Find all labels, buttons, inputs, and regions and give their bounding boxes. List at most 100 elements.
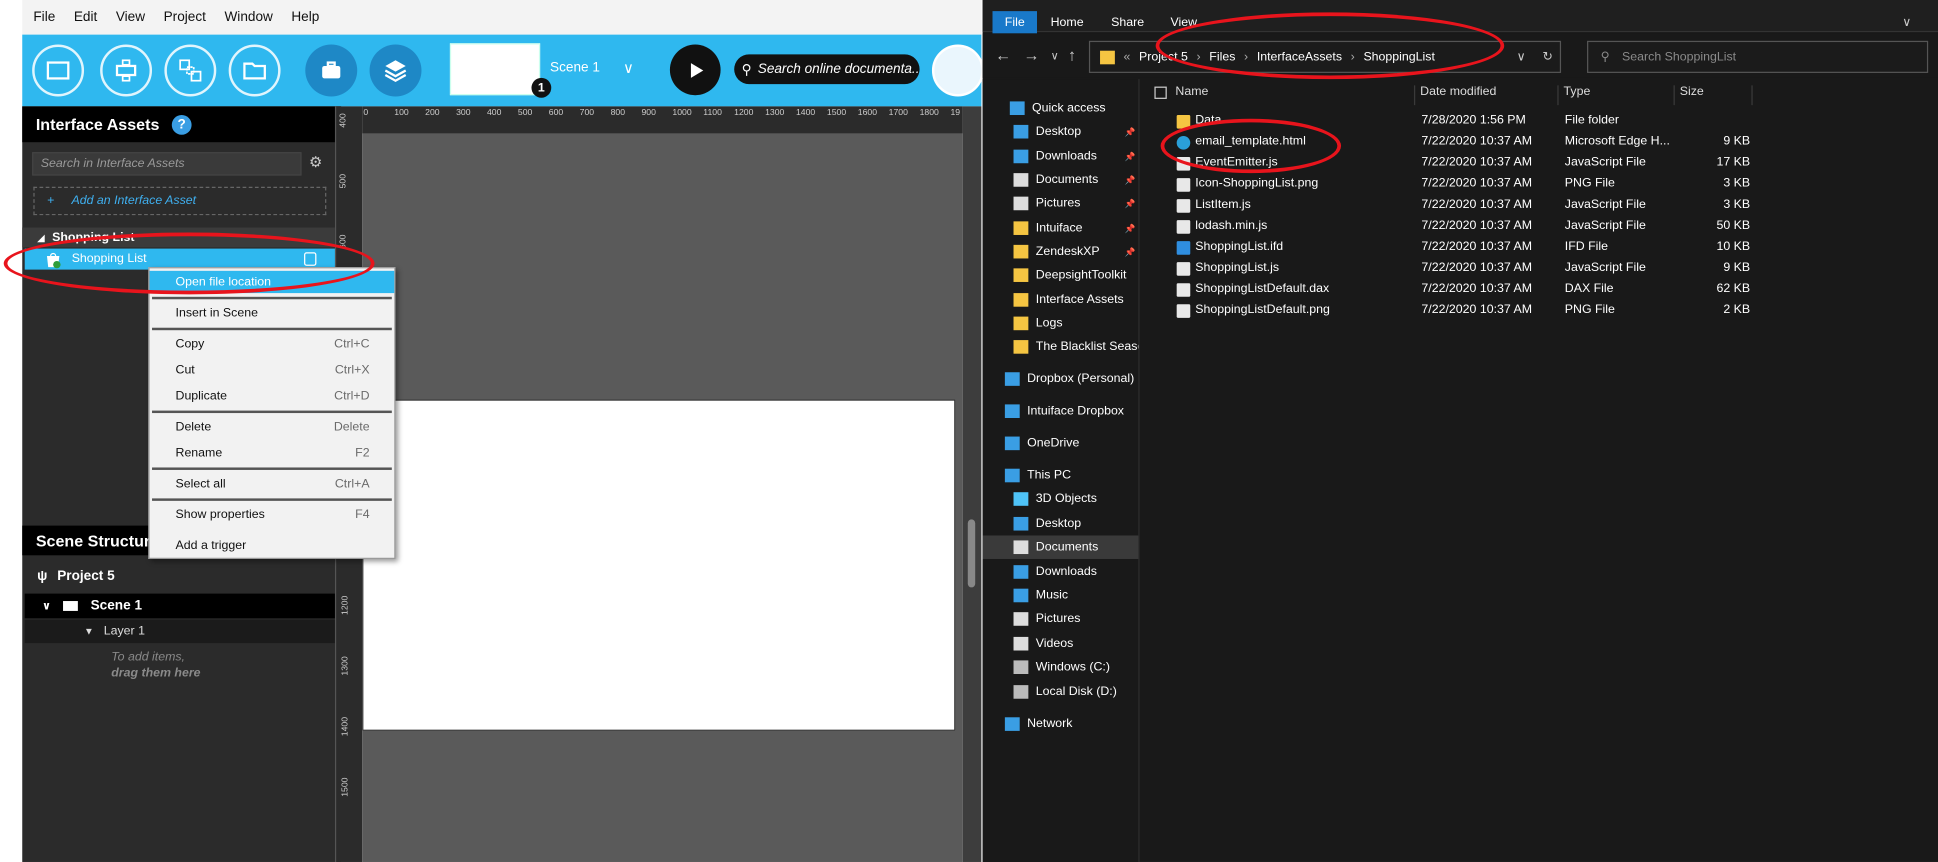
menu-project[interactable]: Project [164,10,206,25]
back-arrow-icon[interactable]: ← [995,46,1011,65]
file-row[interactable]: ListItem.js 7/22/2020 10:37 AM JavaScript … [1174,195,1938,216]
documentation-search[interactable]: ⚲ Search online documenta... [734,54,920,85]
nav-item-local-disk-d-[interactable]: Local Disk (D:) [983,680,1139,703]
scene-canvas[interactable] [362,399,956,731]
add-asset-button[interactable] [32,44,85,97]
nav-item-onedrive[interactable]: OneDrive [983,432,1139,455]
briefcase-icon [322,61,341,79]
file-row[interactable]: ShoppingListDefault.dax 7/22/2020 10:37 A… [1174,279,1938,300]
nav-item-network[interactable]: Network [983,712,1139,735]
menu-edit[interactable]: Edit [74,10,97,25]
canvas-scrollbar[interactable] [962,106,982,862]
up-arrow-icon[interactable]: ↑ [1068,46,1076,65]
column-date-modified[interactable]: Date modified [1415,85,1559,106]
layer-row[interactable]: ▼ Layer 1 [24,619,337,644]
gear-icon[interactable]: ⚙ [309,153,322,170]
dropbox-icon [1004,404,1020,419]
nav-item-videos[interactable]: Videos [983,632,1139,655]
nav-item-intuiface-dropbox[interactable]: Intuiface Dropbox [983,399,1139,422]
column-size[interactable]: Size [1675,85,1753,106]
ribbon-tab-file[interactable]: File [992,11,1038,34]
context-menu-item-add-a-trigger[interactable]: Add a trigger [150,534,395,556]
folder-button[interactable] [228,44,281,97]
nav-item-desktop[interactable]: Desktop [983,512,1139,535]
dropbox-icon [1004,372,1020,386]
file-type: File folder [1564,113,1620,128]
scene-row[interactable]: ∨ Scene 1 [24,593,337,619]
nav-item-documents[interactable]: Documents 📌 [983,168,1139,191]
select-all-checkbox[interactable] [1154,86,1167,99]
project-row[interactable]: ψ Project 5 [22,565,341,587]
column-name[interactable]: Name [1170,85,1416,106]
chevron-down-icon: ∨ [42,599,52,612]
nav-item-quick-access[interactable]: Quick access [983,96,1139,119]
help-icon[interactable]: ? [171,114,192,135]
nav-item-pictures[interactable]: Pictures 📌 [983,192,1139,215]
menu-separator [152,467,392,470]
refresh-icon[interactable]: ↻ [1543,50,1553,64]
nav-item-downloads[interactable]: Downloads [983,560,1139,583]
ribbon-tab-share[interactable]: Share [1111,11,1144,33]
menu-separator [152,410,392,414]
nav-item-this-pc[interactable]: This PC [983,464,1139,487]
add-interface-asset-button[interactable]: + Add an Interface Asset [33,186,327,216]
group-button[interactable] [164,44,217,97]
file-type: JavaScript File [1564,218,1646,233]
collection-button[interactable] [100,44,153,97]
context-menu-item-show-properties[interactable]: Show properties F4 [150,503,395,525]
recent-chevron-icon[interactable]: ∨ [1051,49,1059,63]
nav-item-3d-objects[interactable]: 3D Objects [983,487,1139,510]
nav-item-windows-c-[interactable]: Windows (C:) [983,655,1139,678]
nav-item-logs[interactable]: Logs [983,312,1139,335]
play-button[interactable] [669,44,721,96]
drop-hint-line2: drag them here [111,666,201,681]
chevron-down-icon[interactable]: ∨ [623,59,634,76]
nav-item-desktop[interactable]: Desktop 📌 [983,120,1139,143]
nav-item-interface-assets[interactable]: Interface Assets [983,288,1139,311]
nav-item-label: Desktop [1035,124,1082,139]
context-menu-item-duplicate[interactable]: Duplicate Ctrl+D [150,385,395,407]
file-type: PNG File [1564,176,1615,191]
ribbon-tab-home[interactable]: Home [1051,11,1084,33]
scrollbar-thumb[interactable] [967,519,976,588]
nav-item-pictures[interactable]: Pictures [983,607,1139,630]
context-menu-item-select-all[interactable]: Select all Ctrl+A [150,472,395,494]
file-name: ShoppingListDefault.png [1195,302,1330,317]
menu-file[interactable]: File [33,10,55,25]
nav-item-music[interactable]: Music [983,584,1139,607]
nav-item-label: Logs [1035,316,1063,331]
file-row[interactable]: lodash.min.js 7/22/2020 10:37 AM JavaScrip… [1174,216,1938,237]
file-date: 7/22/2020 10:37 AM [1421,281,1533,296]
desktop-icon [1013,516,1029,531]
layers-button[interactable] [369,44,422,97]
context-menu-item-delete[interactable]: Delete Delete [150,416,395,438]
interface-assets-button[interactable] [305,44,358,97]
nav-item-downloads[interactable]: Downloads 📌 [983,145,1139,168]
menu-window[interactable]: Window [224,10,272,25]
file-row[interactable]: ShoppingList.ifd 7/22/2020 10:37 AM IFD Fi… [1174,237,1938,258]
forward-arrow-icon[interactable]: → [1023,46,1039,65]
nav-item-intuiface[interactable]: Intuiface 📌 [983,216,1139,239]
scene-thumbnail[interactable] [449,43,541,96]
column-type[interactable]: Type [1559,85,1675,106]
context-menu-item-copy[interactable]: Copy Ctrl+C [150,333,395,355]
asset-search-input[interactable]: Search in Interface Assets [32,152,302,176]
properties-button[interactable] [931,44,984,97]
file-row[interactable]: ShoppingList.js 7/22/2020 10:37 AM JavaScr… [1174,258,1938,279]
nav-item-zendeskxp[interactable]: ZendeskXP 📌 [983,240,1139,263]
explorer-search-input[interactable]: ⚲ Search ShoppingList [1587,40,1929,73]
context-menu-item-cut[interactable]: Cut Ctrl+X [150,359,395,381]
nav-item-deepsighttoolkit[interactable]: DeepsightToolkit [983,263,1139,286]
chevron-down-icon[interactable]: ∨ [1902,11,1911,33]
menu-help[interactable]: Help [291,10,319,25]
context-menu-item-rename[interactable]: Rename F2 [150,442,395,464]
menu-view[interactable]: View [116,10,145,25]
file-row[interactable]: ShoppingListDefault.png 7/22/2020 10:37 A… [1174,301,1938,322]
context-menu-item-insert-in-scene[interactable]: Insert in Scene [150,302,395,324]
nav-item-documents[interactable]: Documents [982,535,1139,559]
address-dropdown-icon[interactable]: ∨ [1517,50,1526,64]
js-file-icon [1176,262,1191,276]
nav-item-the-blacklist-season[interactable]: The Blacklist Season [983,335,1138,358]
nav-item-dropbox-personal-[interactable]: Dropbox (Personal) [983,367,1139,390]
file-row[interactable]: Icon-ShoppingList.png 7/22/2020 10:37 AM P… [1174,174,1938,195]
